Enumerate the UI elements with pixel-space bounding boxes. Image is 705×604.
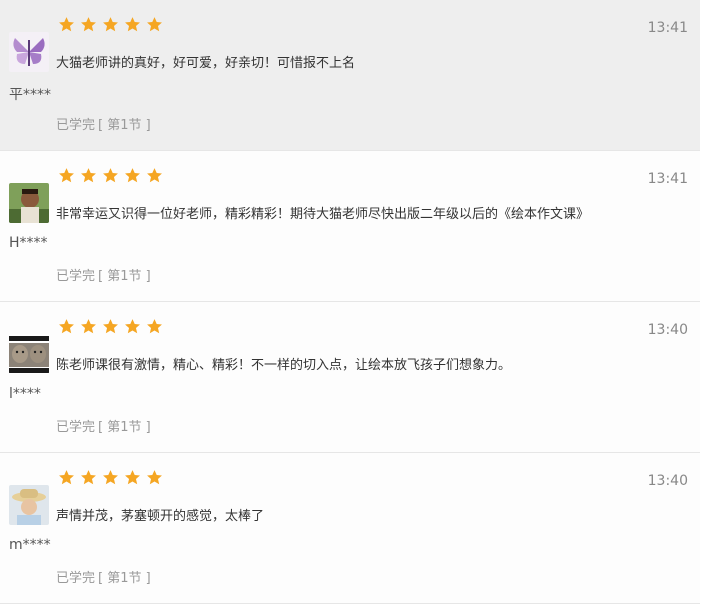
star-icon [102,318,119,335]
user-avatar[interactable] [9,485,49,525]
rating-stars [58,167,168,189]
star-icon [102,469,119,486]
section-label[interactable]: [ 第1节 ] [98,269,151,284]
review-item: m**** 13:40 声情并茂，茅塞顿开的感觉，太棒了 已学完[ 第1节 ] [0,453,700,604]
user-name: l**** [9,386,41,402]
review-item: l**** 13:40 陈老师课很有激情，精心、精彩！不一样的切入点，让绘本放飞… [0,302,700,453]
review-time: 13:40 [647,473,688,489]
review-comment: 大猫老师讲的真好，好可爱，好亲切！可惜报不上名 [56,56,356,71]
star-icon [58,318,75,335]
star-icon [124,16,141,33]
review-time: 13:41 [647,171,688,187]
star-icon [102,16,119,33]
star-icon [146,469,163,486]
star-icon [146,16,163,33]
lesson-meta: 已学完[ 第1节 ] [56,114,151,133]
star-icon [80,167,97,184]
star-icon [124,318,141,335]
user-name: m**** [9,537,51,553]
star-icon [58,469,75,486]
rating-stars [58,318,168,340]
rating-stars [58,16,168,38]
star-icon [80,318,97,335]
rating-stars [58,469,168,491]
section-label[interactable]: [ 第1节 ] [98,118,151,133]
learn-status: 已学完 [56,269,96,284]
star-icon [80,16,97,33]
review-item: H**** 13:41 非常幸运又识得一位好老师，精彩精彩！期待大猫老师尽快出版… [0,151,700,302]
user-name: H**** [9,235,48,251]
star-icon [58,16,75,33]
user-avatar[interactable] [9,32,49,72]
lesson-meta: 已学完[ 第1节 ] [56,567,151,586]
star-icon [146,318,163,335]
star-icon [124,469,141,486]
lesson-meta: 已学完[ 第1节 ] [56,416,151,435]
learn-status: 已学完 [56,420,96,435]
user-avatar[interactable] [9,183,49,223]
star-icon [146,167,163,184]
star-icon [80,469,97,486]
review-time: 13:41 [647,20,688,36]
star-icon [58,167,75,184]
review-time: 13:40 [647,322,688,338]
review-comment: 声情并茂，茅塞顿开的感觉，太棒了 [56,509,265,524]
section-label[interactable]: [ 第1节 ] [98,420,151,435]
star-icon [102,167,119,184]
user-name: 平**** [9,87,51,103]
star-icon [124,167,141,184]
learn-status: 已学完 [56,118,96,133]
lesson-meta: 已学完[ 第1节 ] [56,265,151,284]
review-item: 平**** 13:41 大猫老师讲的真好，好可爱，好亲切！可惜报不上名 已学完[… [0,0,700,151]
review-comment: 陈老师课很有激情，精心、精彩！不一样的切入点，让绘本放飞孩子们想象力。 [56,358,512,373]
user-avatar[interactable] [9,334,49,374]
review-comment: 非常幸运又识得一位好老师，精彩精彩！期待大猫老师尽快出版二年级以后的《绘本作文课… [56,207,590,222]
